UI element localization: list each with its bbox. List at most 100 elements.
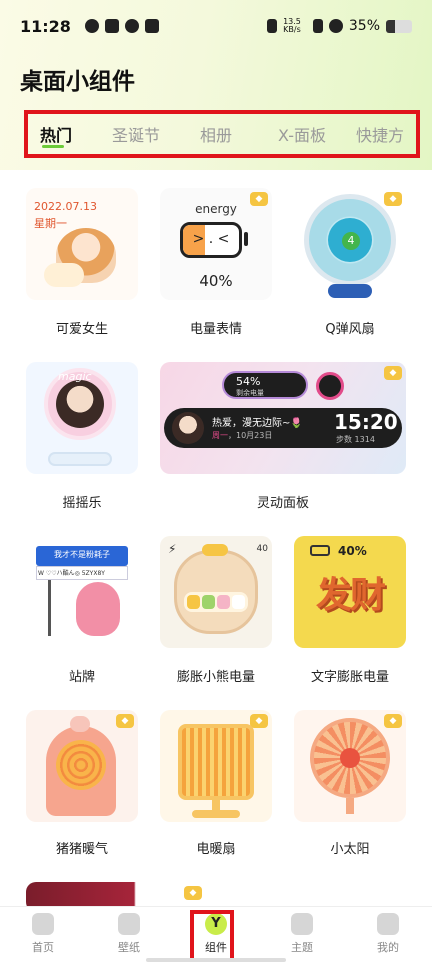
battery-percent: 40%	[199, 272, 233, 290]
avatar	[172, 412, 204, 444]
flame-icon	[340, 748, 360, 768]
widget-card-dynamic-panel[interactable]: ◆ 54% 剩余电量 热爱，漫无边际~🌷 周一，10月23日 15:20 步数 …	[160, 362, 406, 474]
widget-card-pig-heater[interactable]: ◆	[26, 710, 138, 822]
steps-value: 1314	[354, 435, 375, 444]
tab-indicator	[42, 145, 64, 148]
sim-off-icon	[312, 19, 323, 33]
app-notification-icon	[104, 19, 119, 33]
vip-badge-icon: ◆	[384, 714, 402, 728]
heater-panel	[178, 724, 254, 800]
widget-card-heater-fan[interactable]: ◆	[160, 710, 272, 822]
bar-segment	[217, 595, 230, 609]
wifi-icon	[328, 19, 343, 33]
nav-themes[interactable]: 主题	[272, 913, 332, 955]
category-tabs: 热门 圣诞节 相册 X-面板 快捷方	[24, 110, 420, 158]
vibrate-icon	[267, 19, 278, 33]
panel-weekday: 周一	[212, 431, 228, 440]
home-icon	[32, 913, 54, 935]
status-bar: 11:28 13.5 KB/s 35%	[0, 0, 432, 52]
bear-battery-bars	[184, 592, 248, 612]
widget-label: 小太阳	[330, 842, 370, 857]
tab-album[interactable]: 相册	[200, 122, 232, 146]
link-icon	[124, 19, 139, 33]
battery-icon	[310, 545, 330, 556]
panel-steps: 步数 1314	[336, 434, 375, 445]
widget-label: Q弹风扇	[325, 322, 375, 337]
widget-label: 摇摇乐	[62, 496, 102, 511]
widget-label: 灵动面板	[256, 496, 309, 511]
panel-date: 10月23日	[236, 431, 273, 440]
vip-badge-icon: ◆	[384, 192, 402, 206]
widget-label: 猪猪暖气	[55, 842, 108, 857]
widget-card-bear-battery[interactable]: ⚡ 40	[160, 536, 272, 648]
pig-illustration	[70, 716, 90, 732]
steps-label: 步数	[336, 435, 352, 444]
net-speed-unit: KB/s	[283, 25, 301, 34]
sign-title: 我才不是粉耗子	[54, 550, 110, 559]
battery-icon	[386, 19, 412, 33]
panel-battery-sub: 剩余电量	[236, 389, 264, 397]
mirror-stand	[48, 452, 112, 466]
status-time: 11:28	[20, 16, 71, 36]
widget-label: 可爱女生	[55, 322, 108, 337]
nav-label: 壁纸	[118, 941, 140, 954]
widget-weekday: 星期一	[34, 217, 67, 230]
page-title: 桌面小组件	[20, 69, 135, 95]
bar-segment	[232, 595, 245, 609]
nav-label: 我的	[377, 941, 399, 954]
widget-card-text-battery[interactable]: 40% 发财	[294, 536, 406, 648]
tab-shortcuts[interactable]: 快捷方	[356, 122, 404, 146]
panel-battery-pct: 54%	[236, 375, 261, 388]
widget-card-battery-face[interactable]: ◆ energy > . < 40%	[160, 188, 272, 300]
tab-x-panel[interactable]: X-面板	[278, 122, 326, 146]
heater-grill	[56, 740, 106, 790]
vip-badge-icon: ◆	[116, 714, 134, 728]
nav-wallpaper[interactable]: 壁纸	[99, 913, 159, 955]
widget-card-shake[interactable]: magic	[26, 362, 138, 474]
nav-label: 主题	[291, 941, 313, 954]
widget-card-fan[interactable]: ◆ 4	[294, 188, 406, 300]
energy-label: energy	[195, 202, 237, 216]
net-speed: 13.5 KB/s	[283, 18, 301, 34]
tab-hot[interactable]: 热门	[40, 122, 72, 146]
sign-text: W ♡♡ハ酷ん◎ 5ZYX8Y	[38, 570, 105, 577]
battery-face-icon: > . <	[180, 222, 242, 258]
tab-christmas[interactable]: 圣诞节	[112, 122, 160, 146]
nav-home[interactable]: 首页	[13, 913, 73, 955]
profile-icon	[377, 913, 399, 935]
nav-highlight-box	[190, 910, 234, 962]
beaver-illustration	[76, 582, 120, 636]
fan-speed-badge: 4	[342, 232, 360, 250]
vip-badge-icon: ◆	[184, 886, 202, 900]
nav-profile[interactable]: 我的	[358, 913, 418, 955]
portrait-photo	[56, 380, 104, 428]
widget-label: 膨胀小熊电量	[176, 670, 255, 685]
sign-pole	[48, 580, 51, 636]
sun-stand	[346, 798, 354, 814]
widget-label: 站牌	[68, 670, 95, 685]
battery-tip	[244, 232, 248, 246]
battery-fill	[386, 19, 396, 33]
panel-message: 热爱，漫无边际~🌷	[212, 418, 303, 429]
heater-foot	[192, 810, 240, 818]
battery-pill: 54% 剩余电量	[222, 371, 308, 399]
battery-text: 35%	[348, 18, 380, 34]
bear-battery-percent: 40	[256, 544, 268, 554]
widget-label: 文字膨胀电量	[310, 670, 389, 685]
notification-icon	[84, 19, 99, 33]
widget-card-little-sun[interactable]: ◆	[294, 710, 406, 822]
wallpaper-icon	[118, 913, 140, 935]
fan-base	[328, 284, 372, 298]
vip-badge-icon: ◆	[384, 366, 402, 380]
nav-label: 首页	[32, 941, 54, 954]
tiktok-icon	[144, 19, 159, 33]
panel-date-line: 周一，10月23日	[212, 431, 273, 440]
bolt-icon: ⚡	[168, 542, 177, 556]
bar-segment	[187, 595, 200, 609]
text-battery-percent: 40%	[338, 544, 367, 558]
big-text: 发财	[315, 575, 386, 616]
widget-label: 电量表情	[189, 322, 242, 337]
home-indicator	[146, 958, 286, 962]
widget-card-sign[interactable]: 我才不是粉耗子 W ♡♡ハ酷ん◎ 5ZYX8Y	[26, 536, 138, 648]
widget-card-cute-girl[interactable]: 2022.07.13 星期一	[26, 188, 138, 300]
